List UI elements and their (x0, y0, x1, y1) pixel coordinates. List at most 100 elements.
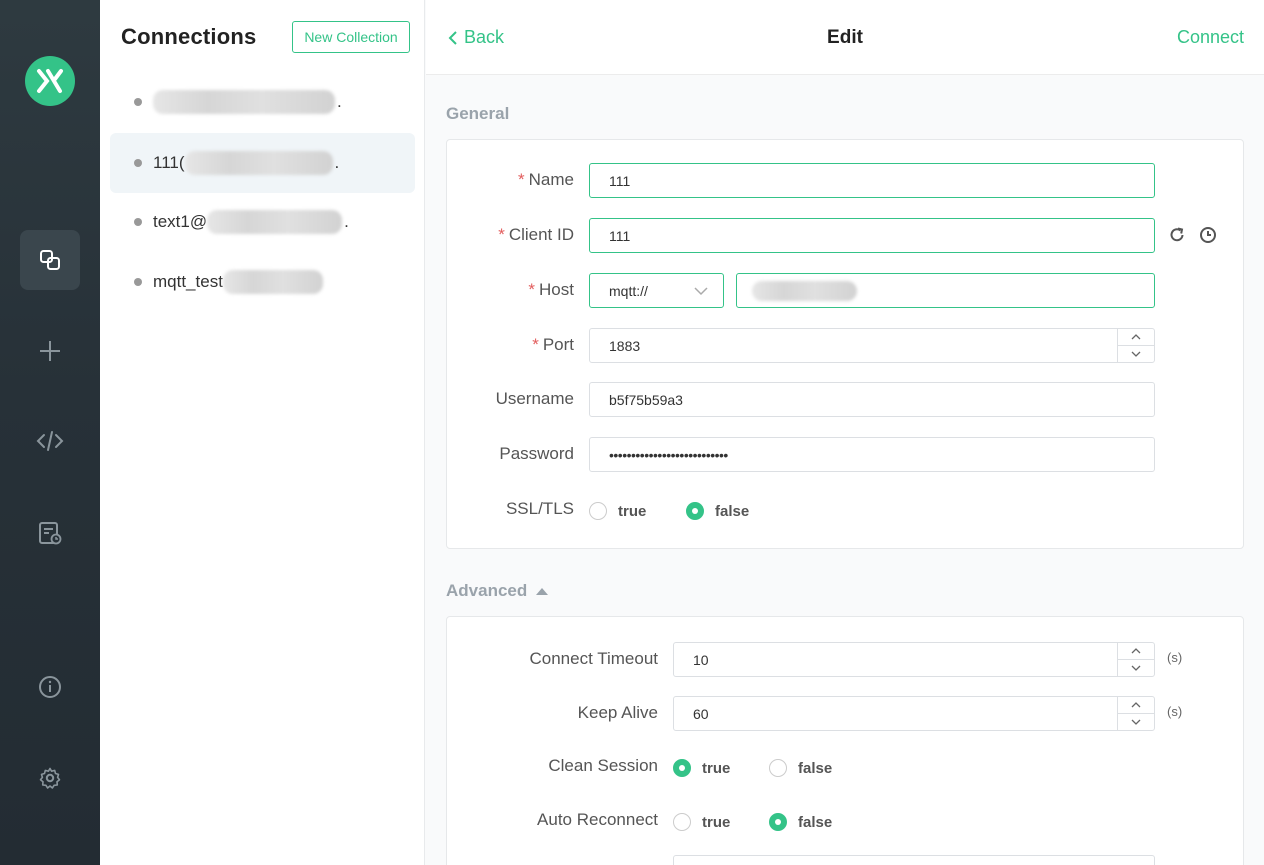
radio-circle (673, 759, 691, 777)
connection-item[interactable]: . (110, 72, 415, 132)
connect-timeout-input[interactable]: 10 (673, 642, 1155, 677)
stepper-down-button[interactable] (1118, 659, 1154, 676)
clock-icon[interactable] (1199, 226, 1217, 244)
status-dot (134, 159, 142, 167)
unit-label: (s) (1167, 704, 1183, 719)
nav-script-button[interactable] (20, 411, 80, 471)
required-mark: * (532, 335, 539, 354)
connect-button[interactable]: Connect (1177, 27, 1244, 48)
radio-label: true (618, 502, 647, 520)
clean-session-label: Clean Session (548, 756, 658, 775)
redacted-text (222, 270, 323, 294)
page-title: Edit (827, 27, 863, 48)
general-section-title: General (446, 104, 510, 123)
port-label-text: Port (542, 335, 574, 354)
general-card: * Name 111 * Client ID 111 * Host mqtt:// (446, 139, 1244, 549)
radio-circle (589, 502, 607, 520)
edit-panel: Back Edit Connect General * Name 111 * Cli… (426, 0, 1264, 865)
next-field-input[interactable] (673, 855, 1155, 865)
advanced-section-toggle[interactable]: Advanced (446, 581, 549, 601)
keep-alive-label: Keep Alive (577, 703, 658, 722)
chevron-up-icon (1131, 648, 1141, 654)
stepper-down-button[interactable] (1118, 345, 1154, 362)
logo-icon (37, 69, 63, 93)
caret-up-icon (536, 587, 549, 595)
chevron-down-icon (694, 287, 708, 296)
connections-panel: Connections New Collection . 111( . text… (100, 0, 425, 865)
radio-label: false (798, 759, 833, 777)
status-dot (134, 218, 142, 226)
protocol-select[interactable]: mqtt:// (589, 273, 724, 308)
nav-about-button[interactable] (20, 657, 80, 717)
connection-item[interactable]: text1@ . (110, 192, 415, 252)
auto-reconnect-false-radio[interactable]: false (769, 813, 832, 831)
required-mark: * (498, 225, 505, 244)
required-mark: * (518, 170, 525, 189)
password-label: Password (499, 444, 574, 463)
stepper-up-button[interactable] (1118, 697, 1154, 713)
nav-connections-button[interactable] (20, 230, 80, 290)
auto-reconnect-label: Auto Reconnect (537, 810, 658, 829)
port-input[interactable]: 1883 (589, 328, 1155, 363)
nav-settings-button[interactable] (20, 748, 80, 808)
stepper-up-button[interactable] (1118, 643, 1154, 659)
redacted-text (207, 210, 343, 234)
ssl-true-radio[interactable]: true (589, 502, 646, 520)
connection-tail: . (334, 153, 340, 172)
plus-icon (40, 341, 60, 361)
keep-alive-stepper[interactable] (1117, 697, 1154, 730)
app-window: Connections New Collection . 111( . text… (0, 0, 1264, 865)
radio-circle (686, 502, 704, 520)
connection-tail: . (337, 92, 342, 111)
nav-log-button[interactable] (20, 503, 80, 563)
username-input[interactable]: b5f75b59a3 (589, 382, 1155, 417)
chevron-down-icon (1131, 351, 1141, 357)
new-collection-button[interactable]: New Collection (292, 21, 410, 53)
stepper-down-button[interactable] (1118, 713, 1154, 730)
radio-label: false (715, 502, 750, 520)
status-dot (134, 278, 142, 286)
redacted-text (153, 90, 335, 114)
connections-icon (40, 250, 60, 270)
log-icon (39, 522, 62, 545)
connection-tail: . (344, 212, 349, 231)
username-label: Username (495, 389, 574, 408)
port-label: * Port (447, 335, 574, 355)
host-input[interactable] (736, 273, 1155, 308)
required-mark: * (528, 280, 536, 299)
name-label: * Name (447, 170, 574, 190)
refresh-icon[interactable] (1168, 226, 1186, 244)
nav-new-connection-button[interactable] (20, 321, 80, 381)
edit-header: Back Edit Connect (426, 0, 1264, 75)
code-icon (36, 431, 64, 451)
port-stepper[interactable] (1117, 329, 1154, 362)
connection-label: mqtt_test (153, 272, 223, 291)
ssl-false-radio[interactable]: false (686, 502, 749, 520)
stepper-up-button[interactable] (1118, 329, 1154, 345)
app-logo (25, 56, 75, 106)
advanced-title: Advanced (446, 581, 528, 600)
radio-circle (769, 759, 787, 777)
client-id-input[interactable]: 111 (589, 218, 1155, 253)
connect-timeout-stepper[interactable] (1117, 643, 1154, 676)
name-input[interactable]: 111 (589, 163, 1155, 198)
auto-reconnect-true-radio[interactable]: true (673, 813, 730, 831)
info-icon (39, 676, 61, 698)
chevron-up-icon (1131, 334, 1141, 340)
connection-item[interactable]: mqtt_test (110, 252, 415, 312)
host-label: * Host (447, 280, 574, 300)
clean-session-false-radio[interactable]: false (769, 759, 832, 777)
clean-session-true-radio[interactable]: true (673, 759, 730, 777)
gear-icon (39, 767, 61, 789)
connection-item-selected[interactable]: 111( . (110, 133, 415, 193)
radio-label: false (798, 813, 833, 831)
radio-label: true (702, 759, 731, 777)
password-input[interactable]: ••••••••••••••••••••••••••• (589, 437, 1155, 472)
keep-alive-input[interactable]: 60 (673, 696, 1155, 731)
status-dot (134, 98, 142, 106)
chevron-down-icon (1131, 665, 1141, 671)
radio-label: true (702, 813, 731, 831)
client-id-label-text: Client ID (508, 225, 574, 244)
radio-circle (673, 813, 691, 831)
radio-circle (769, 813, 787, 831)
